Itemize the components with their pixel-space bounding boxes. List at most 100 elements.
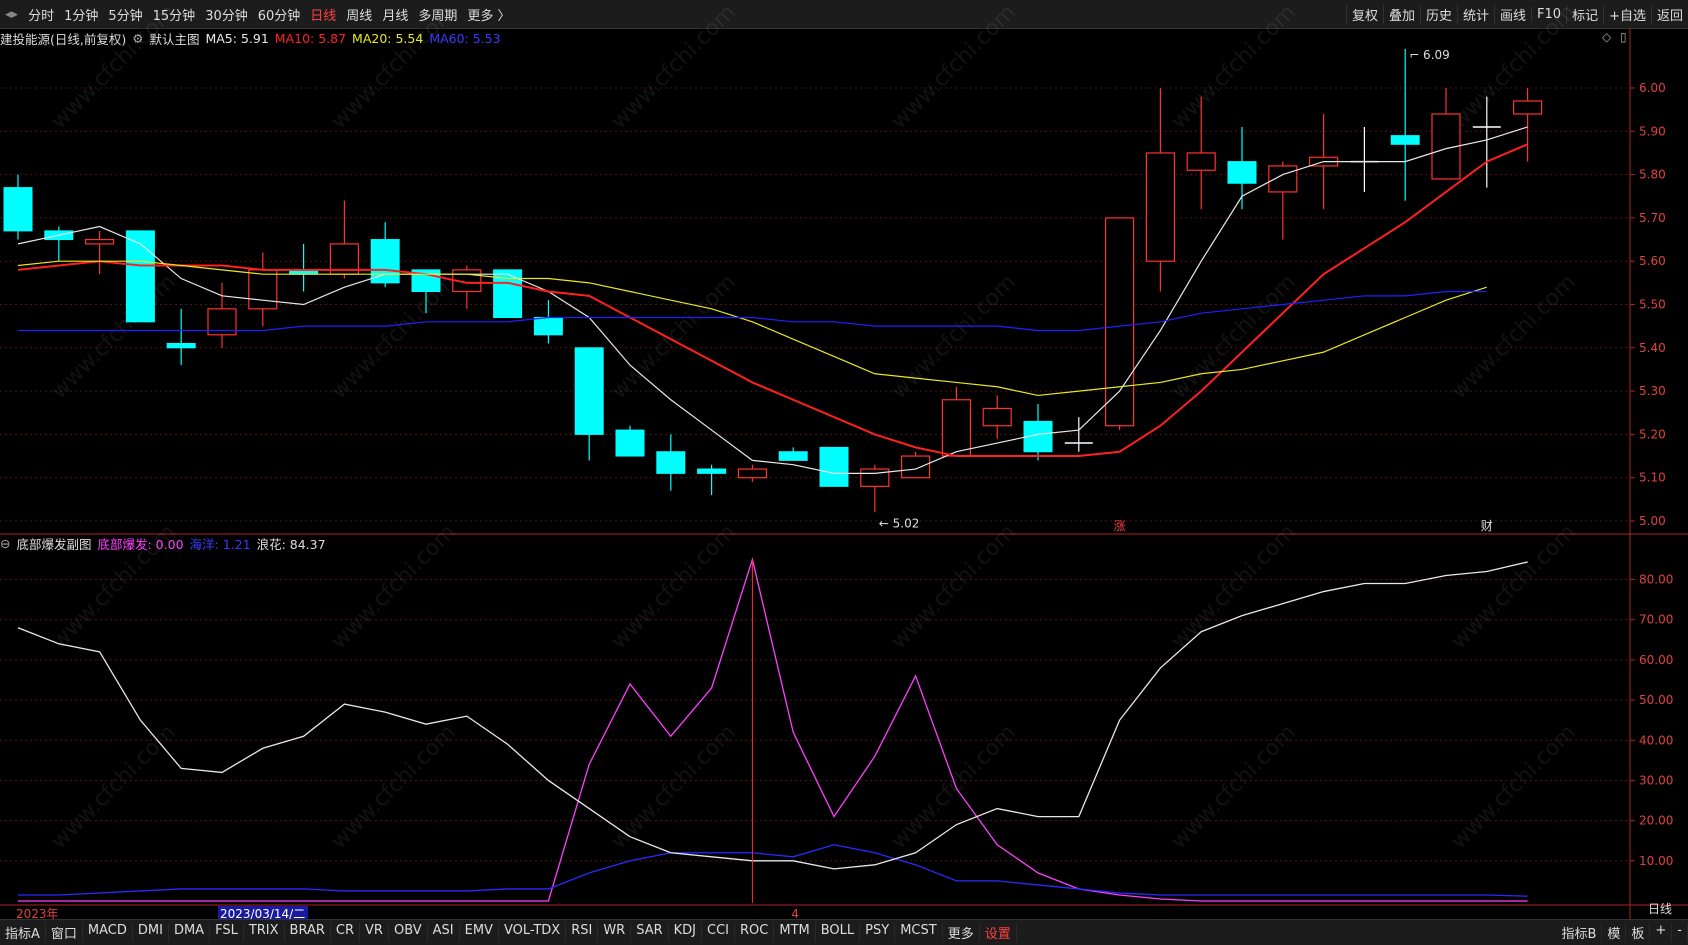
indicator-b-control-1[interactable]: 模	[1602, 923, 1627, 942]
indicator-tab-21[interactable]: BOLL	[816, 923, 861, 942]
event-marker-0: 涨	[1114, 518, 1126, 533]
sub-period-label[interactable]: 日线	[1648, 900, 1672, 917]
indicator-b-controls: 指标B 模板 + -	[1556, 923, 1688, 942]
indicator-tab-15[interactable]: WR	[598, 923, 632, 942]
candle-body-20	[819, 446, 849, 487]
candle-body-9	[370, 239, 400, 284]
watermark-7: www.cfchi.com	[327, 270, 461, 404]
indicator-tab-2[interactable]: MACD	[83, 923, 133, 942]
indicator-tab-12[interactable]: EMV	[460, 923, 499, 942]
indicator-tab-18[interactable]: CCI	[702, 923, 736, 942]
candle-body-0	[3, 187, 33, 232]
sub-y-tick-label-1: 20.00	[1639, 814, 1673, 828]
indicator-tab-8[interactable]: CR	[331, 923, 361, 942]
candle-body-15	[615, 429, 645, 457]
indicator-tab-22[interactable]: PSY	[860, 923, 896, 942]
candle-body-18	[737, 468, 768, 479]
watermark-13: www.cfchi.com	[327, 520, 461, 654]
sub-y-tick-label-6: 70.00	[1639, 613, 1673, 627]
chart-canvas[interactable]: 5.00 5.10 5.20 5.30 5.40 5.50 5.60 5.70 5.80 5.90…	[0, 0, 1688, 945]
sub-y-tick-label-5: 60.00	[1639, 653, 1673, 667]
indicator-tab-4[interactable]: DMA	[169, 923, 211, 942]
indicator-tab-17[interactable]: KDJ	[669, 923, 703, 942]
indicator-tab-16[interactable]: SAR	[631, 923, 669, 942]
indicator-b-control-2[interactable]: 板	[1626, 923, 1651, 942]
watermark-2: www.cfchi.com	[607, 0, 741, 134]
indicator-tab-14[interactable]: RSI	[566, 923, 599, 942]
candle-body-24	[982, 407, 1012, 427]
watermark-12: www.cfchi.com	[47, 520, 181, 654]
main-y-tick-label-3: 5.30	[1639, 384, 1666, 398]
main-y-tick-label-7: 5.70	[1639, 211, 1666, 225]
watermark-3: www.cfchi.com	[887, 0, 1021, 134]
price-annotation-0: ⌐ 6.09	[1409, 48, 1450, 62]
bottom-indicator-bar: 指标A 窗口 MACD DMI DMA FSL TRIX BRAR CR VR OBV ASI EMV V…	[0, 919, 1688, 945]
watermark-16: www.cfchi.com	[1167, 520, 1301, 654]
candle-body-21	[860, 468, 890, 487]
indicator-b-control-4[interactable]: -	[1672, 923, 1688, 942]
watermark-9: www.cfchi.com	[887, 270, 1021, 404]
sub-y-tick-label-3: 40.00	[1639, 733, 1673, 747]
watermark-6: www.cfchi.com	[47, 270, 181, 404]
candle-body-17	[697, 468, 727, 474]
price-annotation-1: ← 5.02	[879, 516, 920, 530]
main-y-tick-label-1: 5.10	[1639, 471, 1666, 485]
main-y-tick-label-5: 5.50	[1639, 298, 1666, 312]
candle-body-16	[656, 451, 686, 474]
indicator-tab-6[interactable]: TRIX	[244, 923, 285, 942]
main-y-tick-label-0: 5.00	[1639, 514, 1666, 528]
candle-body-23	[941, 399, 972, 457]
candle-body-22	[900, 455, 931, 479]
indicator-tab-20[interactable]: MTM	[774, 923, 816, 942]
indicator-tab-25[interactable]: 设置	[980, 923, 1017, 942]
main-y-tick-label-8: 5.80	[1639, 168, 1666, 182]
watermark-17: www.cfchi.com	[1447, 520, 1581, 654]
sub-line-0	[18, 556, 1528, 902]
indicator-tab-23[interactable]: MCST	[895, 923, 943, 942]
main-y-tick-label-9: 5.90	[1639, 124, 1666, 138]
indicator-tab-13[interactable]: VOL-TDX	[499, 923, 567, 942]
main-y-tick-label-4: 5.40	[1639, 341, 1666, 355]
ma-line-ma5	[17, 126, 1528, 474]
candle-body-30	[1227, 161, 1257, 184]
indicator-tab-0[interactable]: 指标A	[0, 923, 46, 942]
candle-body-19	[778, 451, 808, 461]
candle-body-2	[84, 238, 115, 245]
main-y-tick-label-6: 5.60	[1639, 254, 1666, 268]
candle-body-14	[574, 347, 604, 435]
indicator-tab-1[interactable]: 窗口	[46, 923, 83, 942]
candle-body-6	[248, 269, 278, 310]
ma-line-ma10	[17, 143, 1528, 458]
candle-body-31	[1268, 165, 1298, 193]
sub-y-tick-label-2: 30.00	[1639, 773, 1673, 787]
main-y-tick-label-10: 6.00	[1639, 81, 1666, 95]
candle-body-4	[166, 342, 196, 349]
candle-body-13	[533, 316, 563, 336]
event-marker-1: 财	[1481, 519, 1493, 533]
sub-line-1	[18, 844, 1528, 897]
watermark-15: www.cfchi.com	[887, 520, 1021, 654]
watermark-4: www.cfchi.com	[1167, 0, 1301, 134]
indicator-tab-10[interactable]: OBV	[389, 923, 428, 942]
watermark-11: www.cfchi.com	[1447, 270, 1581, 404]
indicator-b-control-3[interactable]: +	[1650, 923, 1673, 942]
indicator-tab-9[interactable]: VR	[360, 923, 389, 942]
indicator-tab-3[interactable]: DMI	[133, 923, 169, 942]
indicator-tabs: 指标A 窗口 MACD DMI DMA FSL TRIX BRAR CR VR OBV ASI EMV V…	[0, 923, 1017, 942]
watermark-8: www.cfchi.com	[607, 270, 741, 404]
candle-body-28	[1145, 152, 1176, 262]
indicator-tab-11[interactable]: ASI	[428, 923, 460, 942]
candle-body-37	[1512, 100, 1543, 115]
indicator-tab-7[interactable]: BRAR	[285, 923, 331, 942]
sub-line-2	[17, 561, 1528, 870]
indicator-tab-19[interactable]: ROC	[735, 923, 775, 942]
candle-body-27	[1104, 217, 1135, 427]
indicator-tab-5[interactable]: FSL	[210, 923, 244, 942]
candle-body-34	[1390, 135, 1420, 145]
indicator-tab-24[interactable]: 更多	[943, 923, 980, 942]
watermark-10: www.cfchi.com	[1167, 270, 1301, 404]
watermark-1: www.cfchi.com	[327, 0, 461, 134]
sub-y-tick-label-7: 80.00	[1639, 573, 1673, 587]
candle-body-29	[1186, 152, 1216, 171]
indicator-b-control-0[interactable]: 指标B	[1556, 923, 1603, 942]
